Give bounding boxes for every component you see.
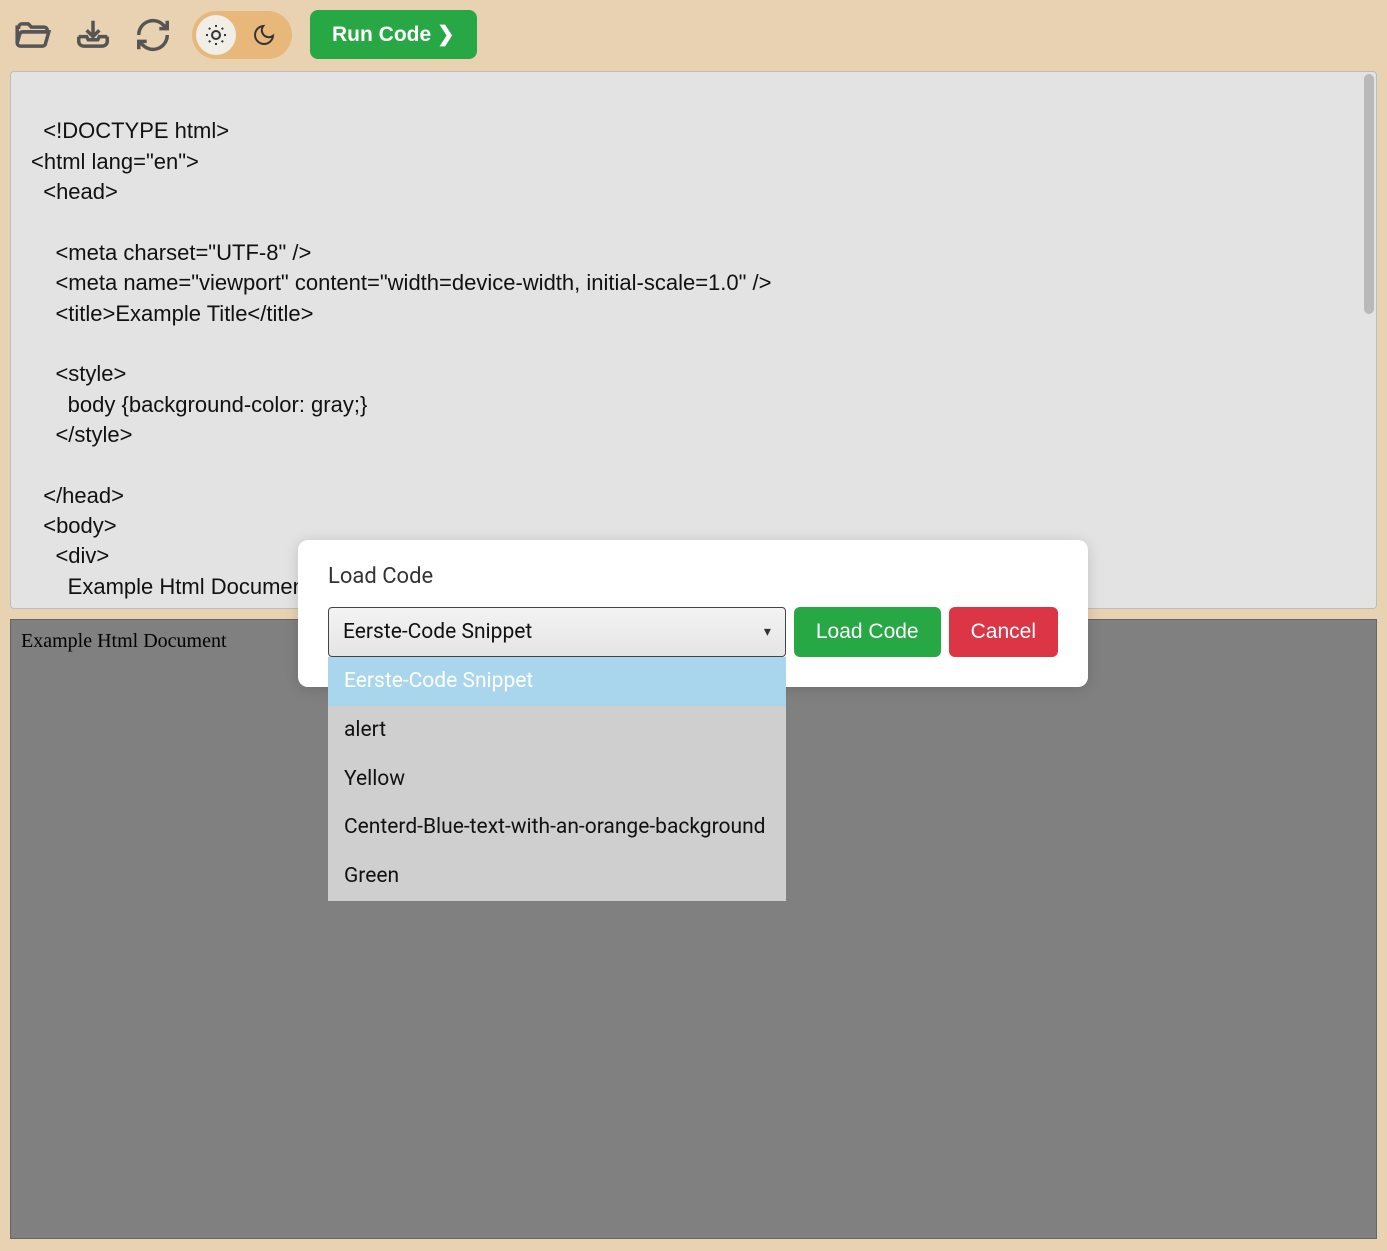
code-editor[interactable]: <!DOCTYPE html> <html lang="en"> <head> …	[10, 71, 1377, 609]
save-button[interactable]	[72, 14, 114, 56]
load-code-modal: Load Code Eerste-Code Snippet ▾ Eerste-C…	[298, 540, 1088, 687]
chevron-down-icon: ▾	[764, 624, 771, 640]
modal-title: Load Code	[328, 564, 1058, 589]
theme-toggle-knob	[196, 15, 236, 55]
dropdown-option[interactable]: Green	[328, 852, 786, 901]
toolbar: Run Code ❯	[0, 0, 1387, 65]
moon-icon	[252, 23, 276, 47]
dropdown-list: Eerste-Code Snippet alert Yellow Centerd…	[328, 657, 786, 901]
modal-row: Eerste-Code Snippet ▾ Eerste-Code Snippe…	[328, 607, 1058, 657]
snippet-select[interactable]: Eerste-Code Snippet ▾ Eerste-Code Snippe…	[328, 607, 786, 657]
load-code-button[interactable]: Load Code	[794, 607, 941, 657]
editor-scrollbar[interactable]	[1364, 74, 1374, 314]
moon-wrap	[252, 23, 276, 47]
open-folder-button[interactable]	[12, 14, 54, 56]
sync-button[interactable]	[132, 14, 174, 56]
select-value: Eerste-Code Snippet	[343, 620, 532, 644]
select-display[interactable]: Eerste-Code Snippet ▾	[328, 607, 786, 657]
code-text: <!DOCTYPE html> <html lang="en"> <head> …	[31, 118, 772, 609]
preview-text: Example Html Document	[21, 630, 227, 652]
folder-open-icon	[14, 16, 52, 54]
inbox-download-icon	[74, 16, 112, 54]
cancel-button[interactable]: Cancel	[949, 607, 1058, 657]
dropdown-option[interactable]: Centerd-Blue-text-with-an-orange-backgro…	[328, 803, 786, 852]
dropdown-option[interactable]: Yellow	[328, 755, 786, 804]
sun-icon	[204, 23, 228, 47]
dropdown-option[interactable]: Eerste-Code Snippet	[328, 657, 786, 706]
run-code-button[interactable]: Run Code ❯	[310, 10, 477, 59]
dropdown-option[interactable]: alert	[328, 706, 786, 755]
theme-toggle[interactable]	[192, 11, 292, 59]
refresh-icon	[134, 16, 172, 54]
